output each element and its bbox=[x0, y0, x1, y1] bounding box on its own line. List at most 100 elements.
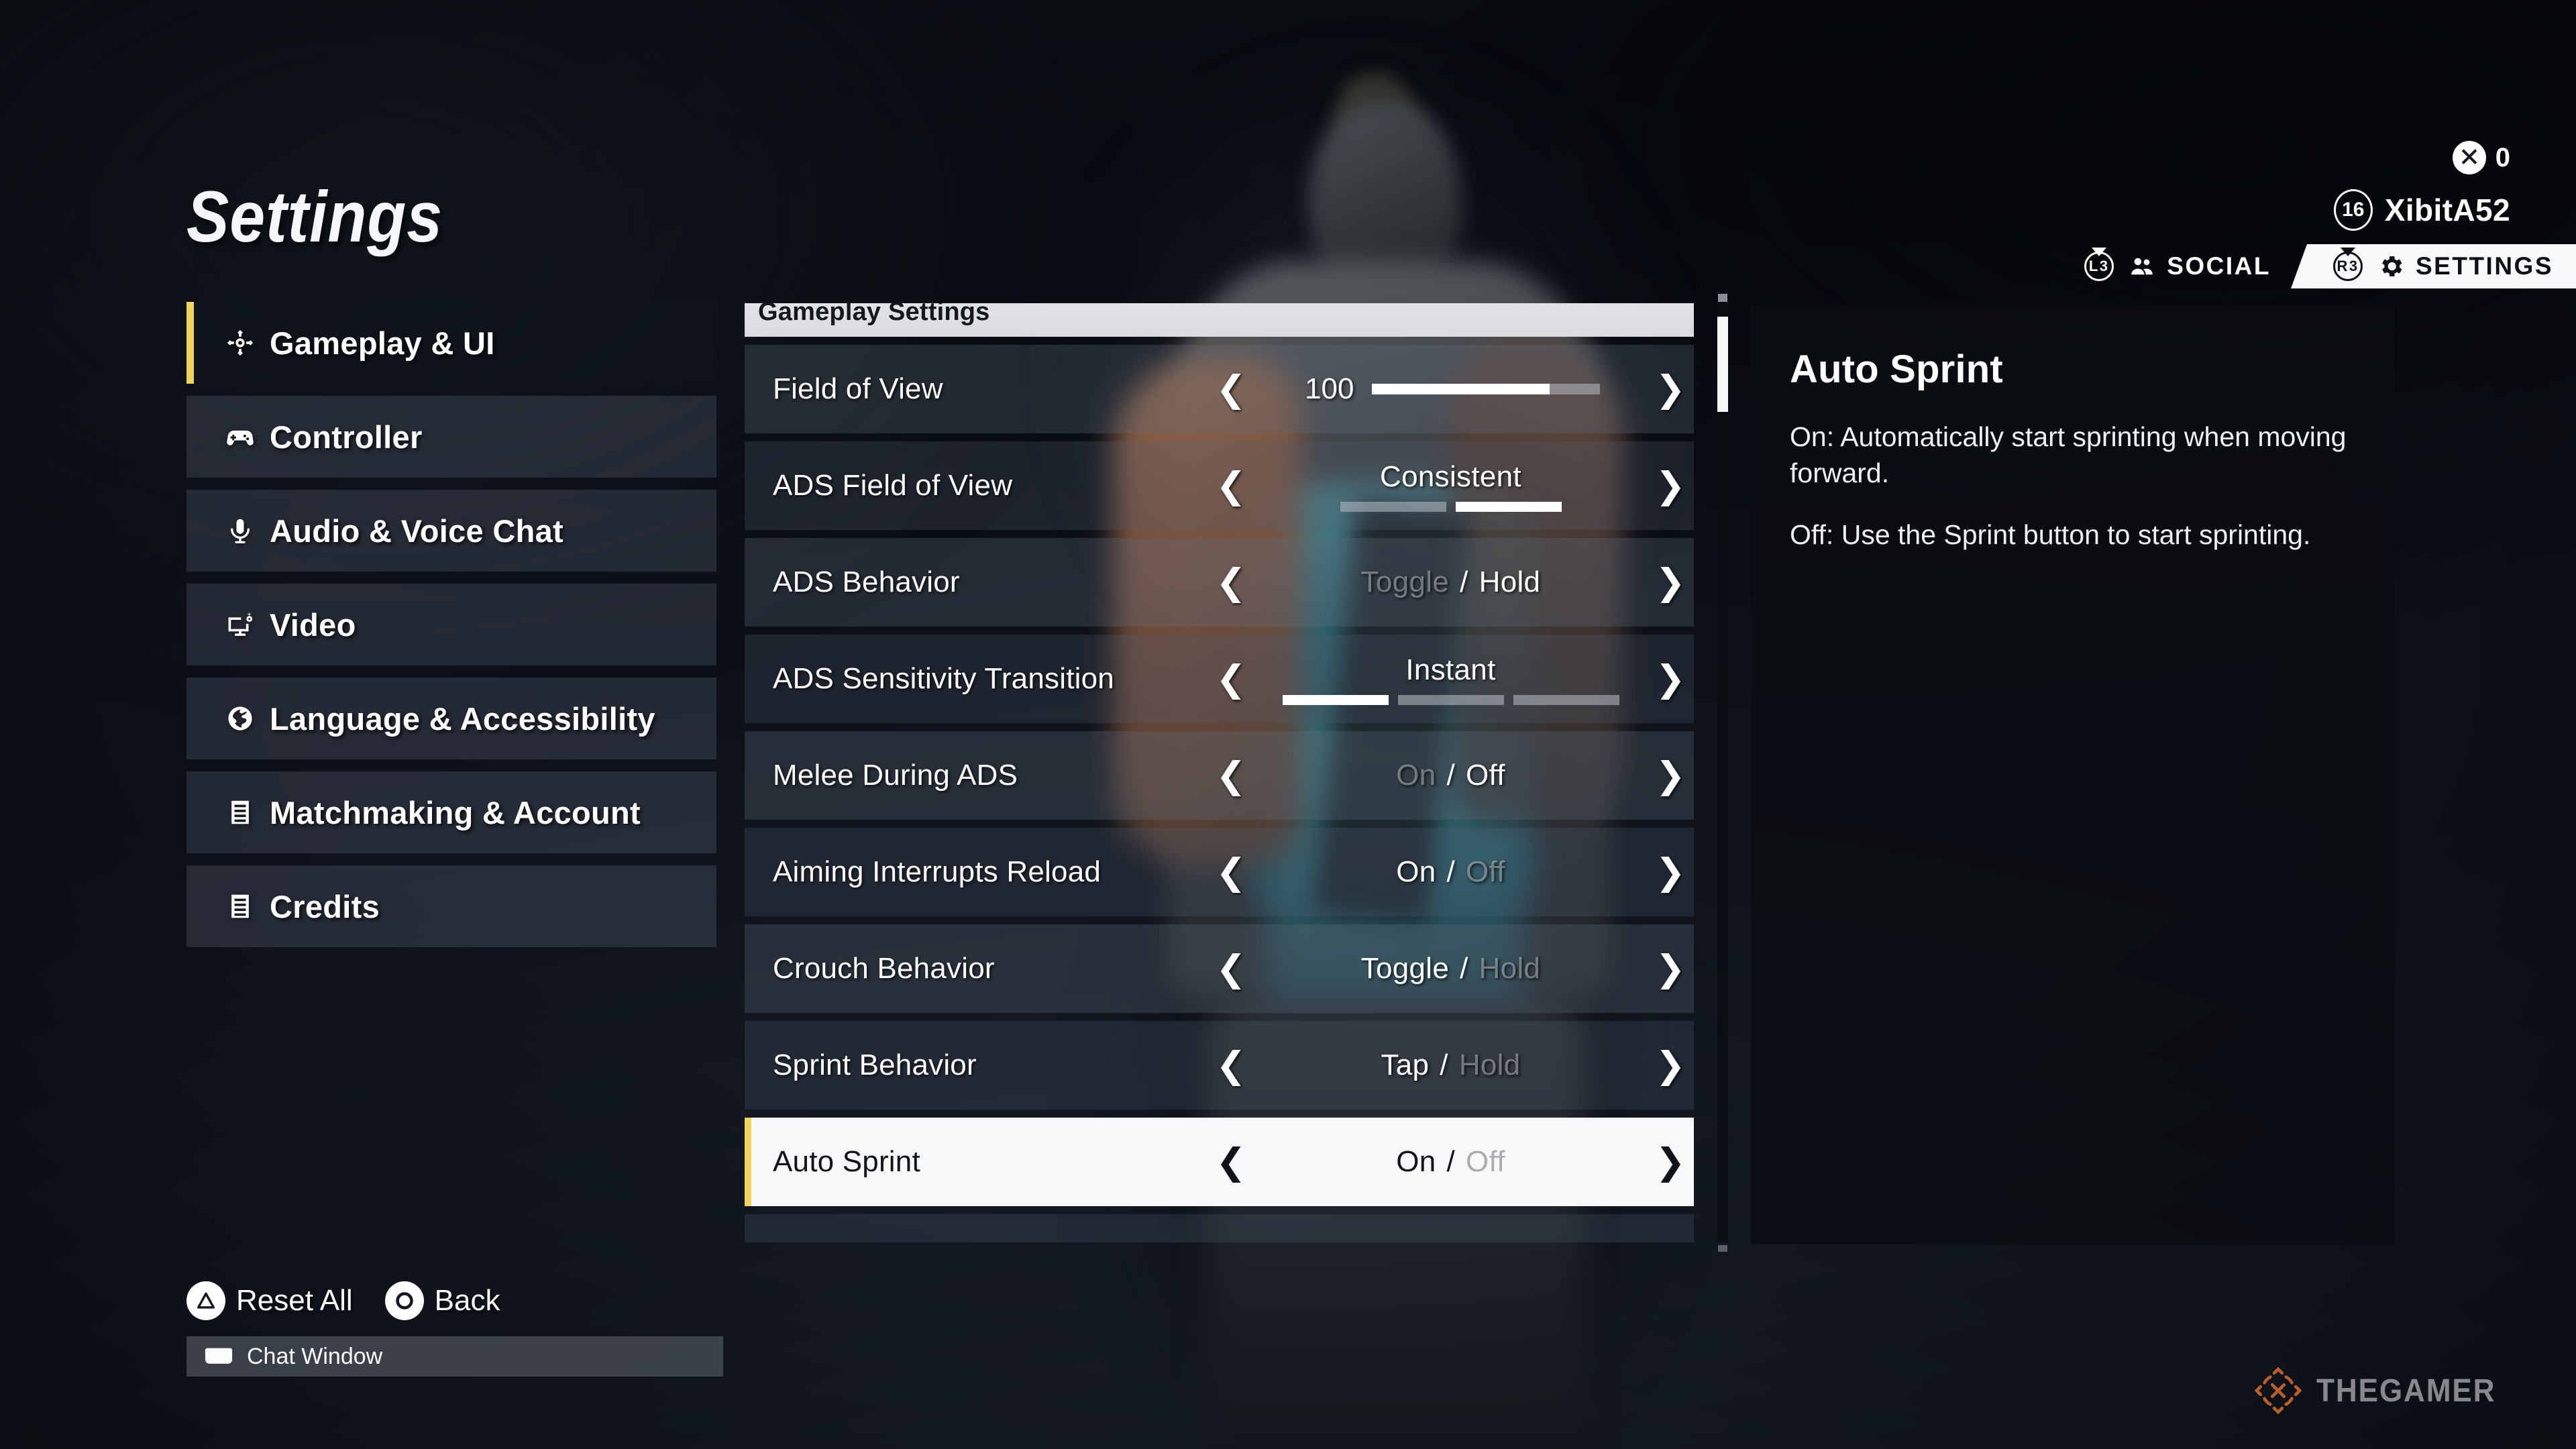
setting-option-separator: / bbox=[1460, 566, 1468, 598]
sidebar-item-language-accessibility[interactable]: Language & Accessibility bbox=[186, 678, 716, 759]
chevron-right-icon[interactable]: ❯ bbox=[1647, 854, 1694, 890]
sidebar-item-audio-voice-chat[interactable]: Audio & Voice Chat bbox=[186, 490, 716, 572]
sidebar-item-controller[interactable]: Controller bbox=[186, 396, 716, 478]
player-identity: 16 XibitA52 bbox=[1905, 189, 2576, 231]
setting-option-separator: / bbox=[1446, 855, 1456, 888]
setting-row-label: ADS Sensitivity Transition bbox=[773, 662, 1114, 695]
setting-row[interactable]: Sprint Behavior ❮ Tap / Hold ❯ bbox=[745, 1021, 1694, 1110]
reset-all-label: Reset All bbox=[236, 1284, 353, 1317]
chevron-left-icon[interactable]: ❮ bbox=[1208, 1144, 1254, 1180]
setting-row-label: Field of View bbox=[773, 372, 943, 405]
tab-social[interactable]: L3 SOCIAL bbox=[2061, 244, 2291, 288]
setting-option-b: Off bbox=[1466, 759, 1505, 792]
setting-row[interactable]: ADS Behavior ❮ Toggle / Hold ❯ bbox=[745, 538, 1694, 627]
chevron-left-icon[interactable]: ❮ bbox=[1208, 757, 1254, 794]
chevron-left-icon[interactable]: ❮ bbox=[1208, 468, 1254, 504]
setting-row-value: Tap / Hold bbox=[1254, 1021, 1647, 1110]
back-label: Back bbox=[434, 1284, 500, 1317]
settings-scrollbar-thumb[interactable] bbox=[1717, 316, 1728, 413]
chevron-right-icon[interactable]: ❯ bbox=[1647, 1240, 1694, 1242]
setting-row-label: Melee During ADS bbox=[773, 759, 1018, 792]
setting-row[interactable]: ADS Sensitivity Transition ❮ Instant ❯ bbox=[745, 635, 1694, 723]
chevron-left-icon[interactable]: ❮ bbox=[1208, 854, 1254, 890]
setting-row[interactable]: Melee During ADS ❮ On / Off ❯ bbox=[745, 731, 1694, 820]
r3-stick-icon: R3 bbox=[2330, 248, 2366, 284]
l3-stick-icon: L3 bbox=[2081, 248, 2117, 284]
reset-all-button[interactable]: Reset All bbox=[186, 1281, 353, 1320]
chevron-right-icon[interactable]: ❯ bbox=[1647, 564, 1694, 600]
microphone-icon bbox=[221, 512, 259, 549]
chevron-left-icon[interactable]: ❮ bbox=[1208, 564, 1254, 600]
tab-settings[interactable]: R3 SETTINGS bbox=[2290, 244, 2576, 288]
top-right-hud: 0 16 XibitA52 L3 SOCIAL R3 SETTINGS bbox=[1905, 141, 2576, 288]
setting-row[interactable]: Field of View ❮ 100 ❯ bbox=[745, 345, 1694, 433]
setting-row-label: Auto Sprint bbox=[773, 1145, 920, 1178]
setting-row[interactable]: Crouch Behavior ❮ Toggle / Hold ❯ bbox=[745, 924, 1694, 1013]
setting-row-value: On / Off bbox=[1254, 1118, 1647, 1206]
footer-button-hints: Reset All Back bbox=[186, 1281, 723, 1320]
setting-option-a: Tap bbox=[1381, 1049, 1430, 1081]
thegamer-logo-icon bbox=[2254, 1366, 2302, 1415]
settings-scrollbar-track[interactable] bbox=[1717, 294, 1728, 1252]
sidebar-item-label: Gameplay & UI bbox=[270, 325, 495, 361]
chevron-right-icon[interactable]: ❯ bbox=[1647, 371, 1694, 407]
setting-row-value: Toggle / Hold bbox=[1254, 538, 1647, 627]
setting-row[interactable]: Aiming Interrupts Reload ❮ On / Off ❯ bbox=[745, 828, 1694, 916]
sidebar-item-credits[interactable]: Credits bbox=[186, 865, 716, 947]
back-button[interactable]: Back bbox=[384, 1281, 500, 1320]
chevron-right-icon[interactable]: ❯ bbox=[1647, 1047, 1694, 1083]
setting-segment bbox=[1397, 694, 1504, 705]
crosshair-icon bbox=[221, 324, 259, 362]
scrollbar-cap-top bbox=[1718, 294, 1727, 302]
chevron-left-icon[interactable]: ❮ bbox=[1208, 371, 1254, 407]
circle-button-icon bbox=[384, 1281, 424, 1320]
gear-icon bbox=[2375, 251, 2406, 282]
setting-description-title: Auto Sprint bbox=[1790, 347, 2003, 391]
chevron-right-icon[interactable]: ❯ bbox=[1647, 757, 1694, 794]
setting-option-separator: / bbox=[1460, 952, 1468, 985]
people-icon bbox=[2127, 251, 2157, 282]
setting-value-number: 100 bbox=[1305, 372, 1354, 405]
setting-option-a: On bbox=[1396, 759, 1436, 792]
list-icon bbox=[221, 888, 259, 925]
sidebar-item-label: Video bbox=[270, 606, 356, 643]
setting-value-text: Toggle / Hold bbox=[1361, 952, 1541, 985]
setting-option-a: Toggle bbox=[1360, 952, 1450, 985]
chevron-right-icon[interactable]: ❯ bbox=[1647, 661, 1694, 697]
setting-segment-indicator bbox=[1340, 501, 1562, 512]
chevron-left-icon[interactable]: ❮ bbox=[1208, 661, 1254, 697]
sidebar-item-label: Controller bbox=[270, 419, 423, 455]
setting-option-b: Hold bbox=[1458, 1049, 1521, 1081]
setting-segment-indicator bbox=[1282, 694, 1619, 705]
setting-description-paragraph: Off: Use the Sprint button to start spri… bbox=[1790, 519, 2311, 551]
setting-row[interactable]: ADS Field of View ❮ Consistent ❯ bbox=[745, 441, 1694, 530]
setting-segment bbox=[1282, 694, 1389, 705]
sidebar-item-matchmaking-account[interactable]: Matchmaking & Account bbox=[186, 771, 716, 853]
setting-option-a: On bbox=[1396, 1145, 1436, 1178]
chevron-right-icon[interactable]: ❯ bbox=[1647, 468, 1694, 504]
setting-row-label: Aiming Interrupts Reload bbox=[773, 855, 1102, 888]
sidebar-item-label: Matchmaking & Account bbox=[270, 794, 641, 830]
currency-display: 0 bbox=[1905, 141, 2576, 174]
setting-slider-track[interactable] bbox=[1371, 384, 1600, 394]
hud-tab-bar: L3 SOCIAL R3 SETTINGS bbox=[1905, 244, 2576, 288]
page-title: Settings bbox=[186, 176, 443, 257]
setting-value-text: Consistent bbox=[1380, 460, 1521, 493]
globe-icon bbox=[221, 700, 259, 737]
sidebar-item-video[interactable]: Video bbox=[186, 584, 716, 665]
chevron-left-icon[interactable]: ❮ bbox=[1208, 1240, 1254, 1242]
sidebar-item-gameplay-ui[interactable]: Gameplay & UI bbox=[186, 302, 716, 384]
setting-row[interactable]: Auto Sprint Threshold❮10❯ bbox=[745, 1214, 1694, 1242]
currency-amount: 0 bbox=[2495, 142, 2510, 172]
sidebar-item-label: Audio & Voice Chat bbox=[270, 513, 564, 549]
chevron-left-icon[interactable]: ❮ bbox=[1208, 1047, 1254, 1083]
gamepad-icon bbox=[221, 418, 259, 455]
chevron-right-icon[interactable]: ❯ bbox=[1647, 1144, 1694, 1180]
chevron-left-icon[interactable]: ❮ bbox=[1208, 951, 1254, 987]
setting-option-separator: / bbox=[1440, 1049, 1448, 1081]
setting-row[interactable]: Auto Sprint ❮ On / Off ❯ bbox=[745, 1118, 1694, 1206]
setting-option-separator: / bbox=[1446, 759, 1456, 792]
chat-window-bar[interactable]: Chat Window bbox=[186, 1336, 723, 1377]
chevron-right-icon[interactable]: ❯ bbox=[1647, 951, 1694, 987]
monitor-gear-icon bbox=[221, 606, 259, 643]
